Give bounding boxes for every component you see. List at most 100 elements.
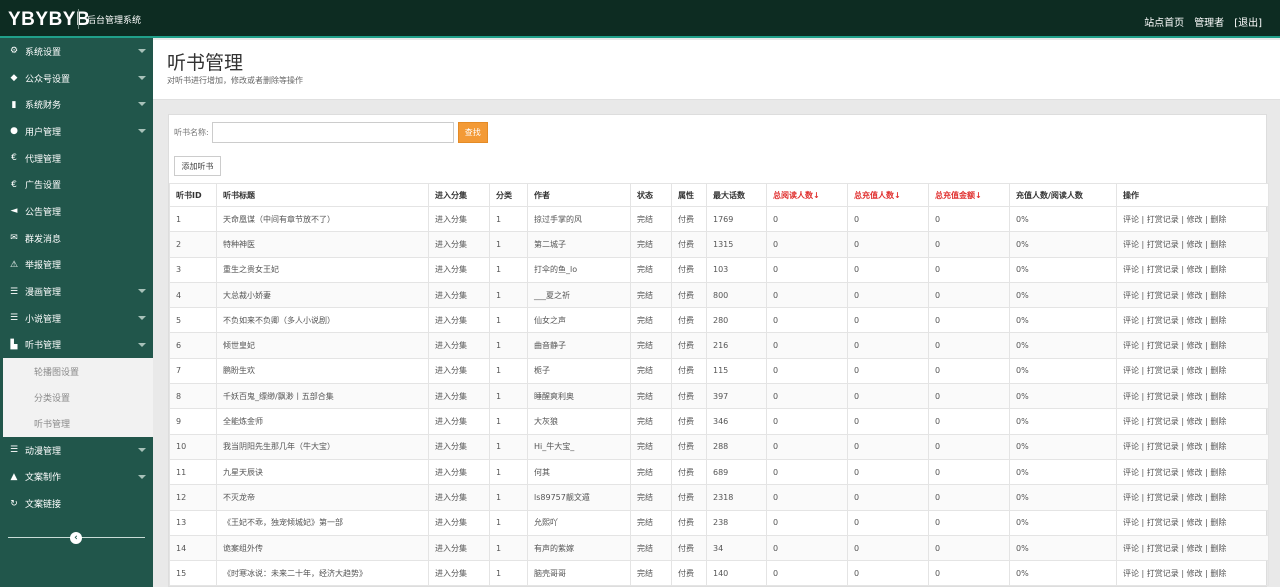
action-link[interactable]: 删除 bbox=[1210, 569, 1226, 578]
column-header[interactable]: 总充值人数↓ bbox=[847, 183, 929, 207]
action-link[interactable]: 打赏记录 bbox=[1147, 493, 1179, 502]
enter-episodes-link[interactable]: 进入分集 bbox=[428, 509, 490, 536]
logout-link[interactable]: [退出] bbox=[1234, 14, 1262, 29]
action-link[interactable]: 评论 bbox=[1123, 215, 1139, 224]
enter-episodes-link[interactable]: 进入分集 bbox=[428, 408, 490, 435]
action-link[interactable]: 打赏记录 bbox=[1147, 215, 1179, 224]
enter-episodes-link[interactable]: 进入分集 bbox=[428, 281, 490, 309]
column-header[interactable]: 总阅读人数↓ bbox=[766, 183, 848, 207]
search-input[interactable] bbox=[211, 122, 454, 143]
action-link[interactable]: 打赏记录 bbox=[1147, 442, 1179, 451]
sidebar-item[interactable]: ↻ 文案链接 bbox=[0, 490, 153, 517]
enter-episodes-link[interactable]: 进入分集 bbox=[428, 560, 490, 587]
sidebar-subitem[interactable]: 轮播图设置 bbox=[3, 358, 153, 384]
action-link[interactable]: 评论 bbox=[1123, 442, 1139, 451]
enter-episodes-link[interactable]: 进入分集 bbox=[428, 357, 490, 385]
sidebar-item[interactable]: ⚙ 系统设置 bbox=[0, 38, 153, 65]
action-link[interactable]: 评论 bbox=[1123, 265, 1139, 274]
action-link[interactable]: 打赏记录 bbox=[1147, 417, 1179, 426]
enter-episodes-link[interactable]: 进入分集 bbox=[428, 433, 490, 460]
action-link[interactable]: 修改 bbox=[1187, 569, 1203, 578]
sidebar-item[interactable]: ▙ 听书管理 bbox=[0, 332, 153, 359]
action-link[interactable]: 修改 bbox=[1187, 468, 1203, 477]
action-link[interactable]: 打赏记录 bbox=[1147, 265, 1179, 274]
action-link[interactable]: 评论 bbox=[1123, 240, 1139, 249]
action-link[interactable]: 打赏记录 bbox=[1147, 316, 1179, 325]
enter-episodes-link[interactable]: 进入分集 bbox=[428, 332, 490, 359]
action-link[interactable]: 评论 bbox=[1123, 518, 1139, 527]
action-link[interactable]: 删除 bbox=[1210, 518, 1226, 527]
action-link[interactable]: 打赏记录 bbox=[1147, 392, 1179, 401]
action-link[interactable]: 修改 bbox=[1187, 265, 1203, 274]
action-link[interactable]: 评论 bbox=[1123, 493, 1139, 502]
action-link[interactable]: 修改 bbox=[1187, 366, 1203, 375]
sidebar-item[interactable]: ⚠ 举报管理 bbox=[0, 252, 153, 279]
search-button[interactable]: 查找 bbox=[457, 122, 488, 143]
action-link[interactable]: 修改 bbox=[1187, 392, 1203, 401]
sidebar-item[interactable]: ☰ 小说管理 bbox=[0, 305, 153, 332]
add-audiobook-button[interactable]: 添加听书 bbox=[174, 156, 221, 176]
enter-episodes-link[interactable]: 进入分集 bbox=[428, 256, 490, 283]
action-link[interactable]: 修改 bbox=[1187, 316, 1203, 325]
action-link[interactable]: 删除 bbox=[1210, 291, 1226, 300]
sidebar-subitem[interactable]: 听书管理 bbox=[3, 411, 153, 437]
sidebar-item[interactable]: ✉ 群发消息 bbox=[0, 225, 153, 252]
sidebar-item[interactable]: ▲ 文案制作 bbox=[0, 464, 153, 491]
sidebar-item[interactable]: € 代理管理 bbox=[0, 145, 153, 172]
action-link[interactable]: 评论 bbox=[1123, 341, 1139, 350]
action-link[interactable]: 评论 bbox=[1123, 366, 1139, 375]
action-link[interactable]: 修改 bbox=[1187, 518, 1203, 527]
action-link[interactable]: 打赏记录 bbox=[1147, 341, 1179, 350]
enter-episodes-link[interactable]: 进入分集 bbox=[428, 458, 490, 486]
action-link[interactable]: 修改 bbox=[1187, 215, 1203, 224]
action-link[interactable]: 评论 bbox=[1123, 468, 1139, 477]
action-link[interactable]: 删除 bbox=[1210, 392, 1226, 401]
admin-link[interactable]: 管理者 bbox=[1194, 14, 1224, 29]
enter-episodes-link[interactable]: 进入分集 bbox=[428, 231, 490, 258]
action-link[interactable]: 修改 bbox=[1187, 442, 1203, 451]
action-link[interactable]: 删除 bbox=[1210, 493, 1226, 502]
action-link[interactable]: 删除 bbox=[1210, 316, 1226, 325]
action-link[interactable]: 修改 bbox=[1187, 417, 1203, 426]
action-link[interactable]: 打赏记录 bbox=[1147, 518, 1179, 527]
action-link[interactable]: 删除 bbox=[1210, 544, 1226, 553]
action-link[interactable]: 评论 bbox=[1123, 417, 1139, 426]
collapse-left-icon[interactable]: ‹ bbox=[70, 531, 82, 544]
column-header[interactable]: 总充值金额↓ bbox=[928, 183, 1010, 207]
action-link[interactable]: 打赏记录 bbox=[1147, 544, 1179, 553]
sidebar-item[interactable]: ● 用户管理 bbox=[0, 118, 153, 145]
action-link[interactable]: 删除 bbox=[1210, 417, 1226, 426]
action-link[interactable]: 删除 bbox=[1210, 265, 1226, 274]
sidebar-subitem[interactable]: 分类设置 bbox=[3, 384, 153, 410]
action-link[interactable]: 删除 bbox=[1210, 366, 1226, 375]
action-link[interactable]: 修改 bbox=[1187, 493, 1203, 502]
action-link[interactable]: 删除 bbox=[1210, 341, 1226, 350]
action-link[interactable]: 打赏记录 bbox=[1147, 240, 1179, 249]
enter-episodes-link[interactable]: 进入分集 bbox=[428, 205, 490, 233]
action-link[interactable]: 评论 bbox=[1123, 392, 1139, 401]
action-link[interactable]: 修改 bbox=[1187, 544, 1203, 553]
sidebar-item[interactable]: ▮ 系统财务 bbox=[0, 91, 153, 118]
enter-episodes-link[interactable]: 进入分集 bbox=[428, 383, 490, 410]
enter-episodes-link[interactable]: 进入分集 bbox=[428, 534, 490, 562]
sidebar-item[interactable]: € 广告设置 bbox=[0, 171, 153, 198]
action-link[interactable]: 修改 bbox=[1187, 240, 1203, 249]
sidebar-item[interactable]: ☰ 动漫管理 bbox=[0, 437, 153, 464]
action-link[interactable]: 删除 bbox=[1210, 442, 1226, 451]
site-home-link[interactable]: 站点首页 bbox=[1144, 14, 1184, 29]
action-link[interactable]: 修改 bbox=[1187, 341, 1203, 350]
action-link[interactable]: 打赏记录 bbox=[1147, 468, 1179, 477]
action-link[interactable]: 打赏记录 bbox=[1147, 569, 1179, 578]
action-link[interactable]: 评论 bbox=[1123, 291, 1139, 300]
action-link[interactable]: 打赏记录 bbox=[1147, 366, 1179, 375]
sidebar-item[interactable]: ◆ 公众号设置 bbox=[0, 65, 153, 92]
action-link[interactable]: 评论 bbox=[1123, 316, 1139, 325]
action-link[interactable]: 修改 bbox=[1187, 291, 1203, 300]
action-link[interactable]: 删除 bbox=[1210, 240, 1226, 249]
action-link[interactable]: 删除 bbox=[1210, 215, 1226, 224]
sidebar-item[interactable]: ☰ 漫画管理 bbox=[0, 278, 153, 305]
action-link[interactable]: 评论 bbox=[1123, 544, 1139, 553]
enter-episodes-link[interactable]: 进入分集 bbox=[428, 484, 490, 511]
action-link[interactable]: 删除 bbox=[1210, 468, 1226, 477]
enter-episodes-link[interactable]: 进入分集 bbox=[428, 307, 490, 334]
